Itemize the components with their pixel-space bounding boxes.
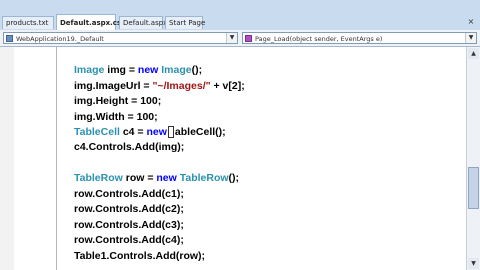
tab-products-txt[interactable]: products.txt	[2, 16, 54, 29]
text-cursor	[167, 126, 174, 139]
chevron-down-icon[interactable]: ▼	[226, 33, 237, 43]
navigation-bar: WebApplication19._Default ▼ Page_Load(ob…	[0, 30, 480, 47]
code-line: row.Controls.Add(c3);	[74, 219, 184, 231]
close-icon[interactable]: ×	[466, 17, 476, 27]
code-line: row.Controls.Add(c2);	[74, 203, 184, 215]
class-selector-dropdown[interactable]: WebApplication19._Default ▼	[3, 32, 238, 44]
tab-label: Default.aspx.cs*	[60, 19, 125, 27]
scrollbar-thumb[interactable]	[468, 167, 479, 209]
document-tab-bar: products.txt Default.aspx.cs* Default.as…	[0, 0, 480, 31]
code-line: row.Controls.Add(c4);	[74, 234, 184, 246]
code-editor[interactable]: Image img = new Image(); img.ImageUrl = …	[0, 47, 466, 270]
member-selector-value: Page_Load(object sender, EventArgs e)	[255, 35, 383, 43]
tab-start-page[interactable]: Start Page	[165, 16, 206, 29]
code-line: img.Width = 100;	[74, 111, 158, 123]
scroll-down-icon[interactable]: ▼	[468, 258, 479, 269]
method-icon	[245, 35, 252, 42]
code-line: row.Controls.Add(c1);	[74, 188, 184, 200]
vertical-scrollbar[interactable]: ▲ ▼	[466, 47, 480, 270]
code-line: Table1.Controls.Add(row);	[74, 250, 206, 262]
code-line: img.Height = 100;	[74, 95, 162, 107]
tab-label: products.txt	[6, 19, 49, 27]
tab-label: Start Page	[169, 19, 206, 27]
code-line: TableRow row = new TableRow();	[74, 172, 240, 184]
indicator-margin	[0, 47, 14, 270]
code-line: Image img = new Image();	[74, 64, 203, 76]
tab-label: Default.aspx	[123, 19, 168, 27]
scroll-up-icon[interactable]: ▲	[468, 48, 479, 59]
class-selector-value: WebApplication19._Default	[16, 35, 104, 43]
code-line: c4.Controls.Add(img);	[74, 141, 185, 153]
tab-default-aspx[interactable]: Default.aspx	[119, 16, 167, 29]
tab-default-aspx-cs[interactable]: Default.aspx.cs*	[56, 14, 125, 30]
outlining-guide	[56, 47, 57, 270]
class-icon	[6, 35, 13, 42]
member-selector-dropdown[interactable]: Page_Load(object sender, EventArgs e) ▼	[242, 32, 477, 44]
code-line: img.ImageUrl = "~/Images/" + v[2];	[74, 80, 245, 92]
code-line: TableCell c4 = new ableCell();	[74, 126, 226, 139]
chevron-down-icon[interactable]: ▼	[465, 33, 476, 43]
